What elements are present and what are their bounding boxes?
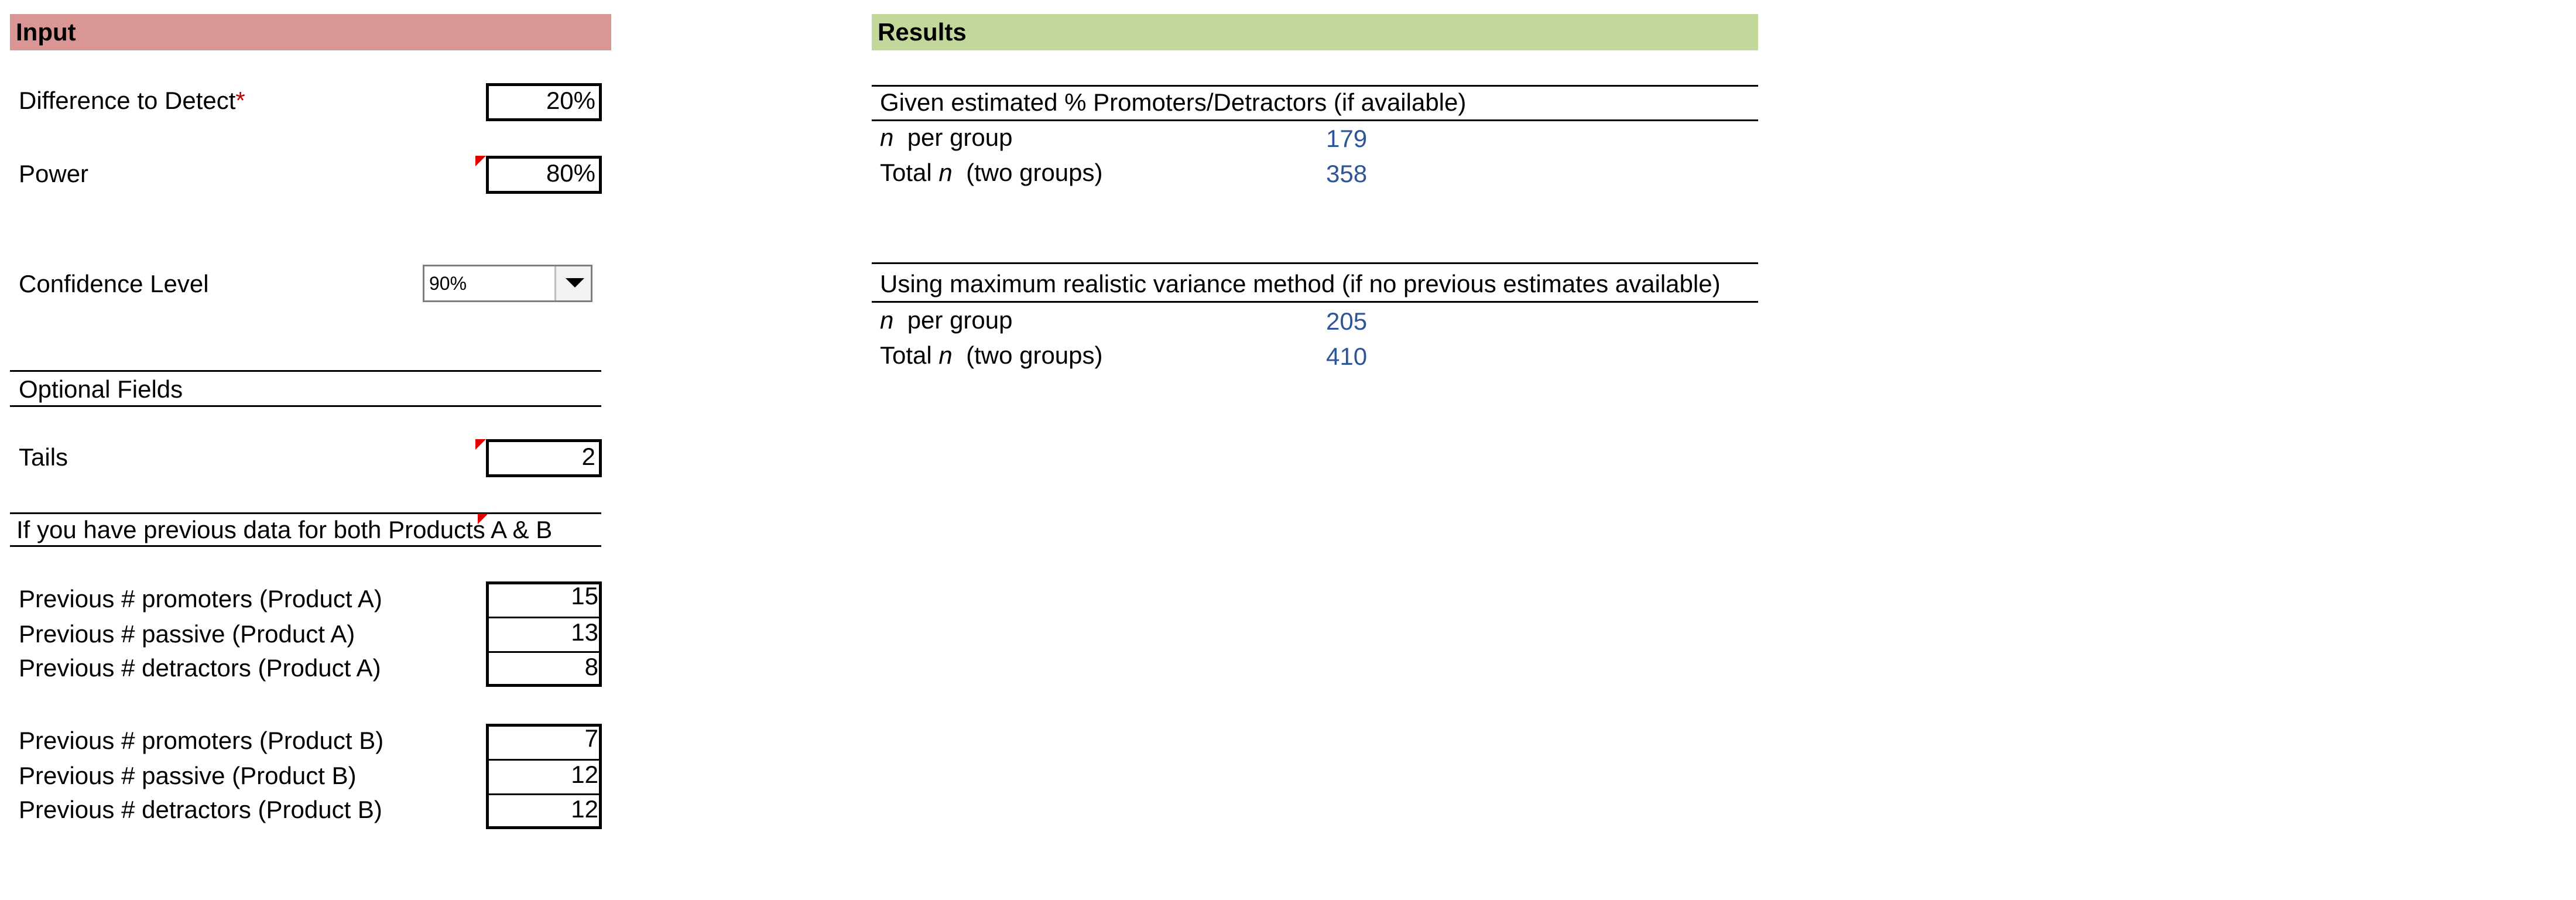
divider <box>10 405 601 407</box>
estimated-title: Given estimated % Promoters/Detractors (… <box>880 88 1467 116</box>
power-input[interactable]: 80% <box>486 156 602 194</box>
confidence-label: Confidence Level <box>19 270 209 297</box>
prev-promoters-b-input[interactable]: 7 <box>486 724 602 761</box>
divider <box>872 85 1758 87</box>
two-groups-text: (two groups) <box>966 159 1103 186</box>
difference-label-text: Difference to Detect <box>19 87 236 114</box>
prev-detractors-b-label: Previous # detractors (Product B) <box>19 796 382 823</box>
divider <box>872 119 1758 121</box>
max-variance-per-group-label: n per group <box>880 306 1013 335</box>
difference-input[interactable]: 20% <box>486 83 602 121</box>
tails-label: Tails <box>19 443 68 471</box>
comment-indicator-icon[interactable] <box>475 439 486 450</box>
power-label: Power <box>19 160 89 187</box>
comment-indicator-icon[interactable] <box>475 156 486 166</box>
prev-passive-a-label: Previous # passive (Product A) <box>19 620 355 648</box>
tails-input[interactable]: 2 <box>486 439 602 477</box>
product-b-inputs: 7 12 12 <box>486 724 602 829</box>
prev-passive-b-input[interactable]: 12 <box>486 760 602 795</box>
estimated-total-label: Total n (two groups) <box>880 158 1103 187</box>
comment-indicator-icon[interactable] <box>478 514 488 524</box>
divider <box>872 262 1758 264</box>
prev-detractors-a-label: Previous # detractors (Product A) <box>19 654 381 682</box>
prev-detractors-b-input[interactable]: 12 <box>486 795 602 829</box>
input-header: Input <box>10 14 611 50</box>
n-symbol: n <box>880 124 894 151</box>
chevron-down-icon[interactable] <box>554 266 591 300</box>
confidence-select-value: 90% <box>429 273 467 294</box>
prev-passive-a-input[interactable]: 13 <box>486 618 602 653</box>
n-symbol: n <box>880 306 894 334</box>
estimated-total-value: 358 <box>1326 160 1368 187</box>
results-header: Results <box>872 14 1758 50</box>
optional-fields-header: Optional Fields <box>19 375 183 403</box>
max-variance-total-label: Total n (two groups) <box>880 341 1103 370</box>
per-group-text: per group <box>907 306 1013 334</box>
total-text: Total <box>880 341 932 369</box>
max-variance-total-value: 410 <box>1326 343 1368 370</box>
divider <box>872 301 1758 303</box>
estimated-per-group-value: 179 <box>1326 125 1368 152</box>
per-group-text: per group <box>907 124 1013 151</box>
max-variance-title: Using maximum realistic variance method … <box>880 270 1721 297</box>
previous-data-header: If you have previous data for both Produ… <box>16 516 553 543</box>
prev-promoters-b-label: Previous # promoters (Product B) <box>19 727 384 754</box>
total-text: Total <box>880 159 932 186</box>
divider <box>10 545 601 547</box>
confidence-select[interactable]: 90% <box>423 265 592 302</box>
n-symbol: n <box>938 159 953 186</box>
difference-label: Difference to Detect* <box>19 86 245 115</box>
n-symbol: n <box>938 341 953 369</box>
two-groups-text: (two groups) <box>966 341 1103 369</box>
prev-promoters-a-label: Previous # promoters (Product A) <box>19 585 382 612</box>
prev-detractors-a-input[interactable]: 8 <box>486 652 602 686</box>
product-a-inputs: 15 13 8 <box>486 581 602 687</box>
max-variance-per-group-value: 205 <box>1326 307 1368 335</box>
prev-promoters-a-input[interactable]: 15 <box>486 581 602 618</box>
divider <box>10 512 601 514</box>
divider <box>10 370 601 372</box>
required-marker: * <box>235 87 245 114</box>
prev-passive-b-label: Previous # passive (Product B) <box>19 762 357 789</box>
estimated-per-group-label: n per group <box>880 123 1013 152</box>
